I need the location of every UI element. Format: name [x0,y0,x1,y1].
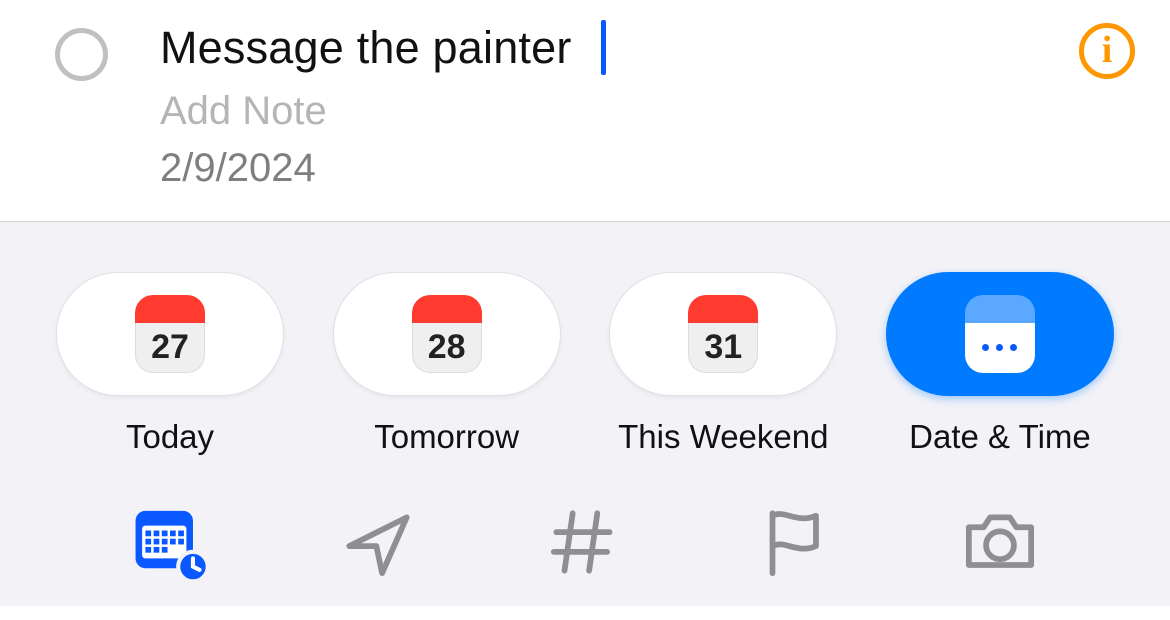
hash-icon [544,501,626,583]
chip-today[interactable]: 27 [56,272,284,396]
options-panel: 27 Today 28 Tomorrow 31 This Weekend [0,221,1170,606]
editor-area: 2/9/2024 i [0,0,1170,221]
chip-label: Tomorrow [374,418,519,456]
calendar-icon: 27 [135,295,205,373]
fields: 2/9/2024 [160,20,1079,191]
toolbar-camera-button[interactable] [945,501,1055,583]
calendar-clock-icon [129,501,211,583]
chip-label: Date & Time [909,418,1091,456]
complete-toggle[interactable] [55,28,108,81]
calendar-icon-day: 27 [135,323,205,373]
chip-label: This Weekend [618,418,828,456]
flag-icon [752,501,834,583]
text-cursor [601,20,606,75]
toolbar-calendar-button[interactable] [115,501,225,583]
chip-wrap-date-time: Date & Time [885,272,1115,456]
calendar-icon: 31 [688,295,758,373]
chip-wrap-tomorrow: 28 Tomorrow [332,272,562,456]
chip-wrap-today: 27 Today [55,272,285,456]
chip-this-weekend[interactable]: 31 [609,272,837,396]
calendar-icon-day: 28 [412,323,482,373]
chip-label: Today [126,418,214,456]
bottom-toolbar [55,456,1115,583]
title-row [160,20,1079,75]
camera-icon [959,501,1041,583]
chip-wrap-this-weekend: 31 This Weekend [608,272,838,456]
calendar-icon: 28 [412,295,482,373]
calendar-icon-day: 31 [688,323,758,373]
chip-tomorrow[interactable]: 28 [333,272,561,396]
due-date-text: 2/9/2024 [160,146,1079,191]
toolbar-flag-button[interactable] [738,501,848,583]
chip-date-time[interactable] [886,272,1114,396]
location-arrow-icon [337,501,419,583]
toolbar-location-button[interactable] [323,501,433,583]
calendar-more-icon [965,295,1035,373]
info-icon[interactable]: i [1079,23,1135,79]
date-chips-row: 27 Today 28 Tomorrow 31 This Weekend [55,272,1115,456]
toolbar-tag-button[interactable] [530,501,640,583]
note-input[interactable] [160,89,675,134]
title-input[interactable] [160,22,600,74]
